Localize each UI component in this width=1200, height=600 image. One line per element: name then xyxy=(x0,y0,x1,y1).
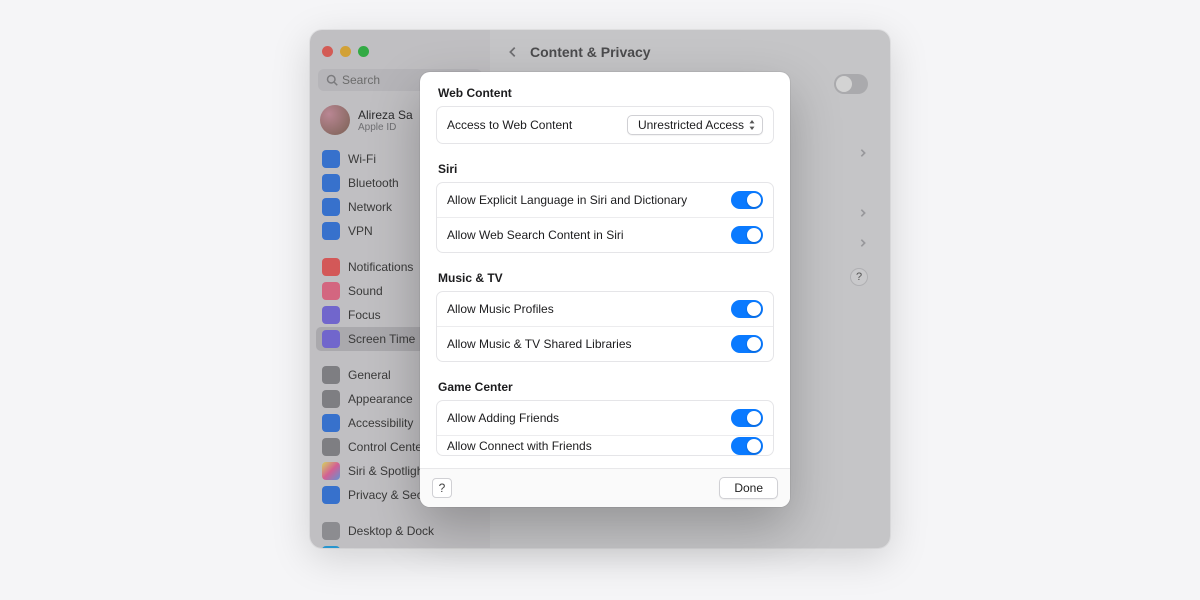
wifi-icon xyxy=(322,150,340,168)
sidebar-item-label: Wi-Fi xyxy=(348,152,376,166)
section-title: Siri xyxy=(438,162,774,176)
accessibility-icon xyxy=(322,414,340,432)
maximize-icon[interactable] xyxy=(358,46,369,57)
vpn-icon xyxy=(322,222,340,240)
sidebar-item-label: Notifications xyxy=(348,260,413,274)
chevron-updown-icon xyxy=(748,120,756,130)
sidebar-item-label: Bluetooth xyxy=(348,176,399,190)
sidebar-item-label: Desktop & Dock xyxy=(348,524,434,538)
sidebar-item-label: General xyxy=(348,368,391,382)
chevron-right-icon xyxy=(858,208,868,218)
setting-label: Allow Explicit Language in Siri and Dict… xyxy=(447,193,687,207)
toggle-switch[interactable] xyxy=(731,300,763,318)
sound-icon xyxy=(322,282,340,300)
setting-row: Allow Music & TV Shared Libraries xyxy=(437,326,773,361)
toggle-switch[interactable] xyxy=(731,191,763,209)
sidebar-item-label: Siri & Spotlight xyxy=(348,464,427,478)
setting-row: Allow Connect with Friends xyxy=(437,435,773,455)
toggle-switch[interactable] xyxy=(731,409,763,427)
setting-row: Allow Explicit Language in Siri and Dict… xyxy=(437,183,773,217)
siri-icon xyxy=(322,462,340,480)
search-icon xyxy=(326,74,338,86)
bell-icon xyxy=(322,258,340,276)
bluetooth-icon xyxy=(322,174,340,192)
back-icon[interactable] xyxy=(506,45,520,59)
section-title: Game Center xyxy=(438,380,774,394)
dock-icon xyxy=(322,522,340,540)
displays-icon xyxy=(322,546,340,548)
setting-label: Allow Web Search Content in Siri xyxy=(447,228,624,242)
avatar xyxy=(320,105,350,135)
setting-row: Access to Web Content Unrestricted Access xyxy=(437,107,773,143)
content-privacy-sheet: Web Content Access to Web Content Unrestri… xyxy=(420,72,790,507)
setting-label: Allow Adding Friends xyxy=(447,411,559,425)
window-controls xyxy=(310,36,490,65)
setting-row: Allow Music Profiles xyxy=(437,292,773,326)
bg-toggle[interactable] xyxy=(834,74,868,94)
sidebar-item-label: Accessibility xyxy=(348,416,413,430)
popup-value: Unrestricted Access xyxy=(638,118,744,132)
section-title: Music & TV xyxy=(438,271,774,285)
sidebar-item-desktop-dock[interactable]: Desktop & Dock xyxy=(316,519,484,543)
setting-label: Allow Music Profiles xyxy=(447,302,554,316)
chevron-right-icon xyxy=(858,148,868,158)
sidebar-item-label: Appearance xyxy=(348,392,413,406)
privacy-icon xyxy=(322,486,340,504)
page-title: Content & Privacy xyxy=(530,44,651,60)
sidebar-item-label: Control Center xyxy=(348,440,426,454)
help-icon[interactable]: ? xyxy=(850,268,868,286)
done-button[interactable]: Done xyxy=(719,477,778,499)
profile-sub: Apple ID xyxy=(358,122,413,133)
control-center-icon xyxy=(322,438,340,456)
section-title: Web Content xyxy=(438,86,774,100)
profile-name: Alireza Sa xyxy=(358,108,413,122)
sidebar-item-label: Screen Time xyxy=(348,332,415,346)
sidebar-item-label: VPN xyxy=(348,224,373,238)
setting-label: Allow Connect with Friends xyxy=(447,439,592,453)
sidebar-item-label: Focus xyxy=(348,308,381,322)
sidebar-item-displays[interactable]: Displays xyxy=(316,543,484,548)
sidebar-item-label: Sound xyxy=(348,284,383,298)
sheet-help-button[interactable]: ? xyxy=(432,478,452,498)
setting-row: Allow Adding Friends xyxy=(437,401,773,435)
appearance-icon xyxy=(322,390,340,408)
toggle-switch[interactable] xyxy=(731,437,763,455)
screentime-icon xyxy=(322,330,340,348)
sidebar-item-label: Network xyxy=(348,200,392,214)
toggle-switch[interactable] xyxy=(731,226,763,244)
focus-icon xyxy=(322,306,340,324)
network-icon xyxy=(322,198,340,216)
setting-label: Access to Web Content xyxy=(447,118,572,132)
setting-label: Allow Music & TV Shared Libraries xyxy=(447,337,632,351)
close-icon[interactable] xyxy=(322,46,333,57)
titlebar: Content & Privacy xyxy=(490,30,890,74)
toggle-switch[interactable] xyxy=(731,335,763,353)
chevron-right-icon xyxy=(858,238,868,248)
setting-row: Allow Web Search Content in Siri xyxy=(437,217,773,252)
popup-button[interactable]: Unrestricted Access xyxy=(627,115,763,135)
minimize-icon[interactable] xyxy=(340,46,351,57)
general-icon xyxy=(322,366,340,384)
